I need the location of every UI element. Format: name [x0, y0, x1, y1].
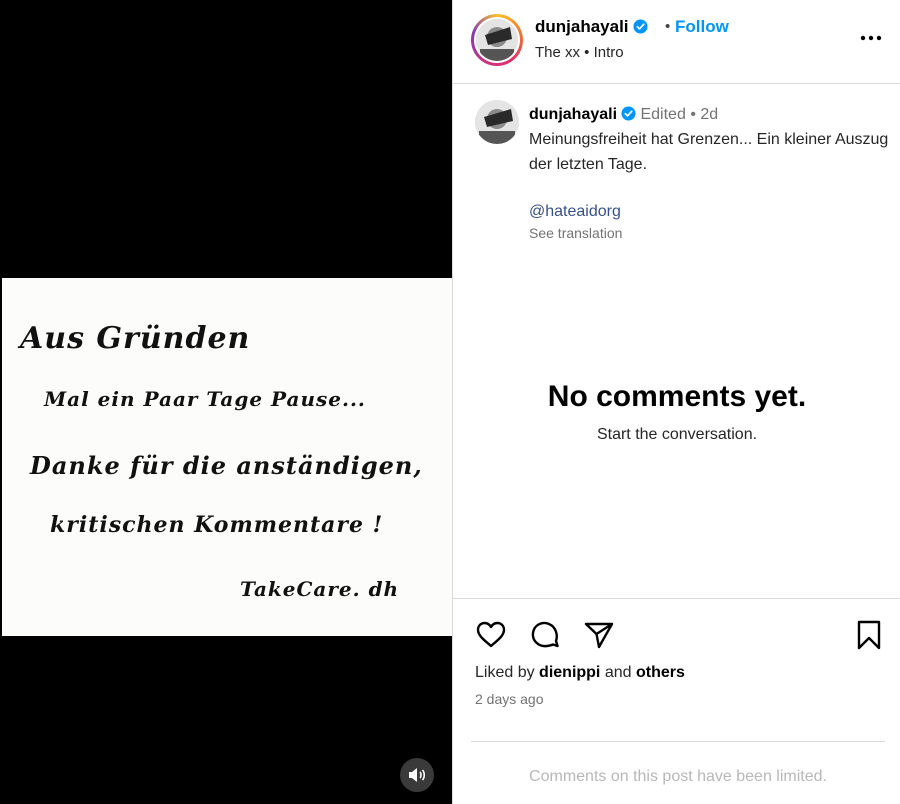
caption-text: Meinungsfreiheit hat Grenzen... Ein klei… [529, 131, 889, 173]
header-separator: • [665, 18, 671, 35]
post-media[interactable]: Aus Gründen Mal ein Paar Tage Pause... D… [0, 0, 452, 804]
comment-icon[interactable] [529, 619, 561, 651]
liked-by-others-link[interactable]: others [636, 664, 685, 681]
edited-label: Edited [640, 106, 686, 123]
post-details-panel: dunjahayali • Follow The xx • Intro dunj… [452, 0, 900, 804]
handwritten-note-photo: Aus Gründen Mal ein Paar Tage Pause... D… [2, 278, 452, 636]
note-line-3: Danke für die anständigen, [29, 451, 423, 480]
caption-separator: • [690, 106, 696, 123]
more-options-icon[interactable] [857, 24, 885, 52]
share-icon[interactable] [583, 619, 615, 651]
verified-badge-icon [633, 19, 648, 34]
post-author-username[interactable]: dunjahayali [535, 17, 648, 37]
note-signature: TakeCare. dh [240, 577, 399, 601]
follow-button[interactable]: Follow [675, 17, 729, 37]
post-header: dunjahayali • Follow The xx • Intro [453, 0, 900, 84]
caption-avatar[interactable] [475, 100, 519, 144]
audio-track-link[interactable]: The xx • Intro [535, 44, 624, 61]
caption-age: 2d [700, 106, 719, 123]
heart-icon[interactable] [475, 619, 507, 651]
note-line-4: kritischen Kommentare ! [50, 512, 383, 538]
see-translation-link[interactable]: See translation [529, 224, 891, 242]
handwritten-note: Aus Gründen Mal ein Paar Tage Pause... D… [17, 321, 423, 601]
post-timestamp[interactable]: 2 days ago [475, 691, 544, 707]
username-text[interactable]: dunjahayali [535, 17, 629, 36]
audio-toggle-button[interactable] [400, 758, 434, 792]
liked-by-prefix: Liked by [475, 664, 535, 681]
liked-by-user-link[interactable]: dienippi [539, 664, 600, 681]
mention-link[interactable]: @hateaidorg [529, 199, 891, 224]
post-actions: Liked by dienippi and others 2 days ago [453, 598, 900, 741]
comments-limited-notice: Comments on this post have been limited. [471, 741, 885, 804]
caption-body: dunjahayali Edited • 2d Meinungsfreiheit… [529, 102, 891, 242]
avatar [476, 19, 518, 61]
no-comments-title: No comments yet. [547, 380, 807, 413]
liked-by-and: and [604, 664, 632, 681]
liked-by-line: Liked by dienippi and others [475, 664, 685, 682]
caption-username[interactable]: dunjahayali [529, 106, 617, 123]
story-ring-avatar[interactable] [471, 14, 523, 66]
note-line-1: Aus Gründen [17, 321, 250, 356]
no-comments-subtitle: Start the conversation. [596, 426, 758, 443]
empty-comments-state: No comments yet. Start the conversation. [453, 380, 900, 444]
note-line-2: Mal ein Paar Tage Pause... [43, 387, 366, 411]
bookmark-icon[interactable] [853, 619, 885, 651]
speaker-icon [409, 768, 426, 782]
verified-badge-icon [621, 106, 636, 121]
